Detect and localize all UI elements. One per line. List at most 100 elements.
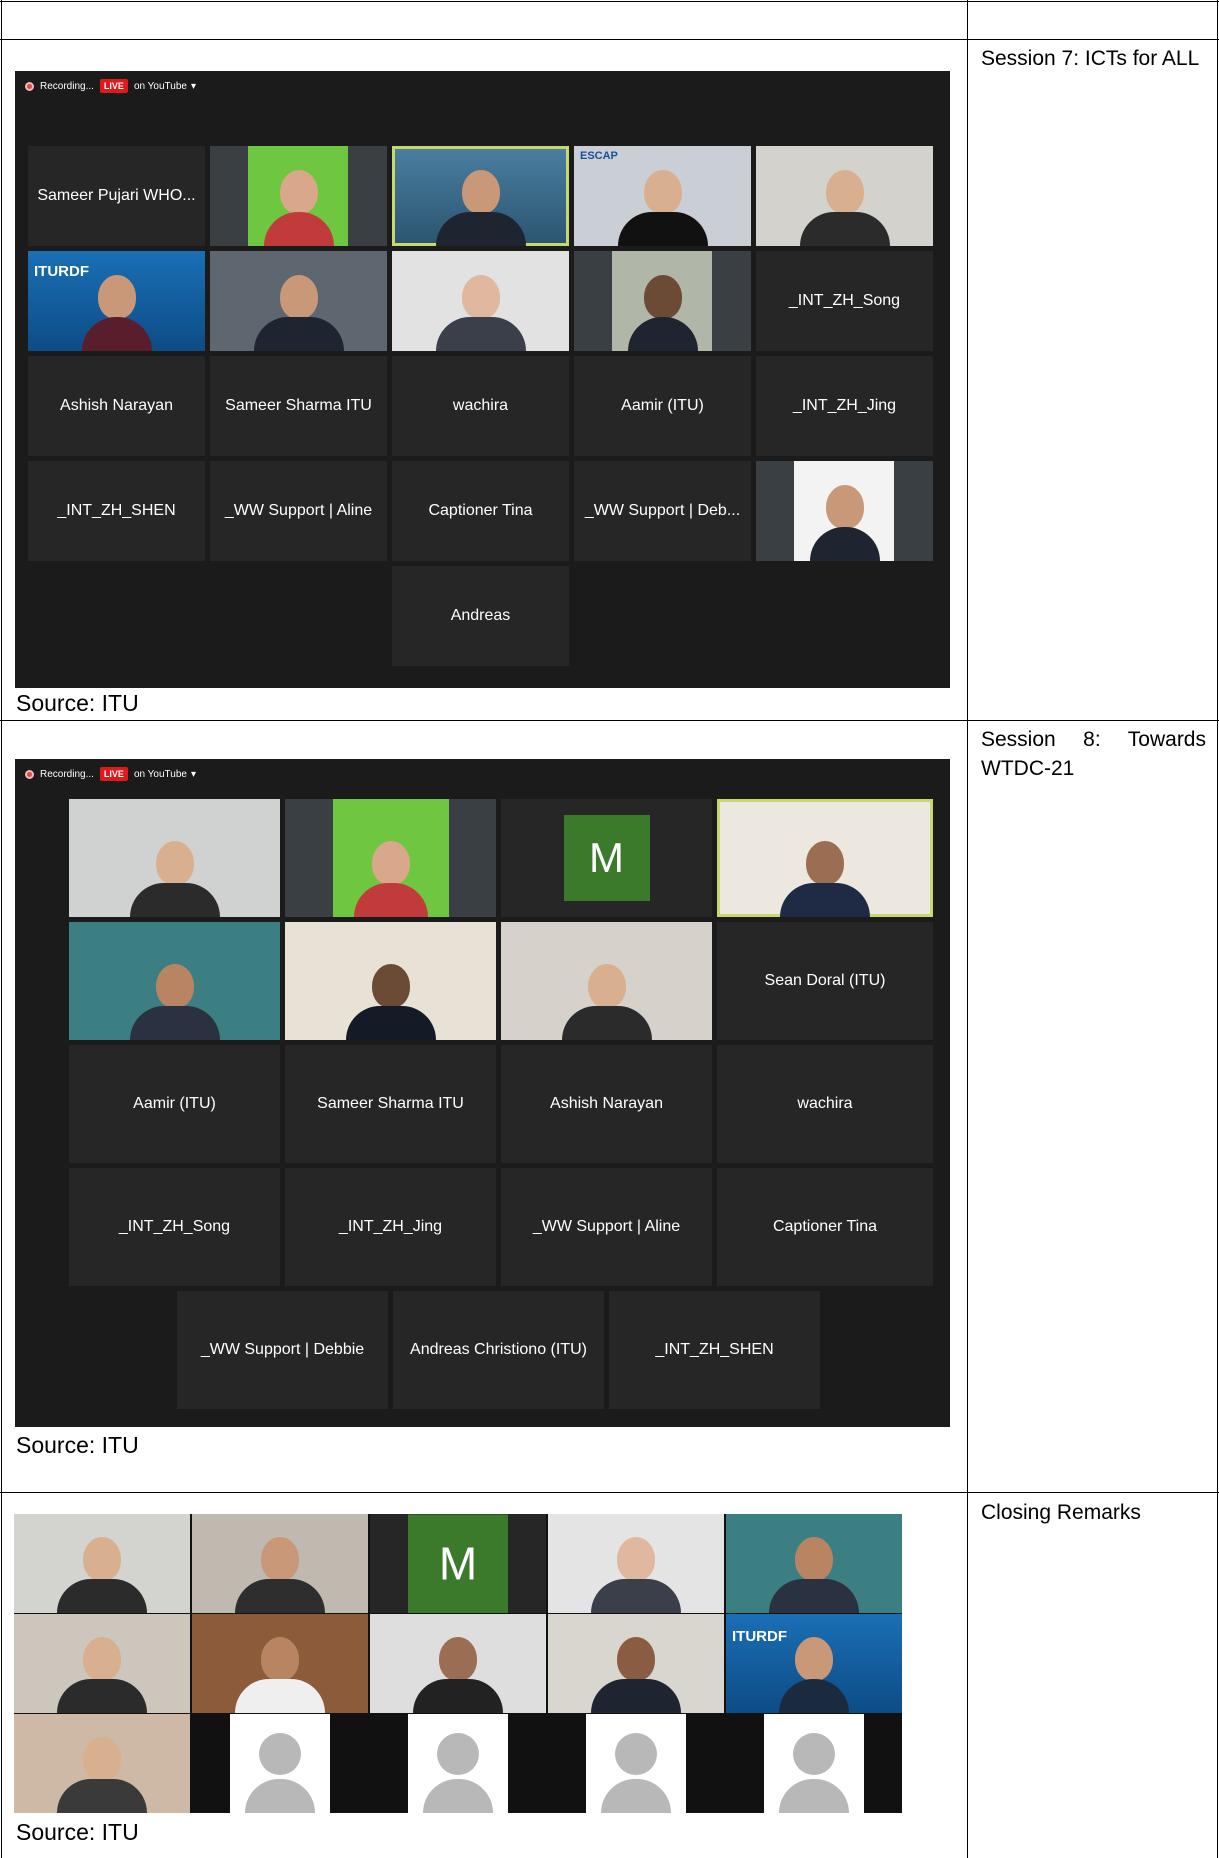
participant-name: _WW Support | Aline [532, 1218, 681, 1235]
participant-tile[interactable]: _INT_ZH_SHEN [609, 1291, 820, 1409]
participant-video-active-speaker[interactable] [392, 146, 569, 246]
person-avatar [769, 1537, 859, 1613]
person-avatar [57, 1537, 147, 1613]
participant-video[interactable] [192, 1614, 368, 1713]
record-icon [25, 769, 34, 779]
gallery-screenshot: M ITURDF [14, 1514, 902, 1813]
participant-name: Sameer Sharma ITU [225, 397, 372, 414]
person-avatar [413, 1637, 503, 1713]
participant-tile[interactable]: wachira [717, 1045, 933, 1163]
participant-video[interactable]: ESCAP [574, 146, 751, 246]
participant-initial-avatar: M [563, 815, 650, 901]
participant-video[interactable]: ITURDF [28, 251, 205, 351]
participant-video[interactable]: ITURDF [726, 1614, 902, 1713]
participant-tile[interactable]: M [501, 799, 712, 917]
person-avatar [253, 275, 344, 351]
participant-tile[interactable]: _WW Support | Aline [501, 1168, 712, 1286]
participant-tile[interactable]: Sameer Sharma ITU [210, 356, 387, 456]
participant-placeholder[interactable] [370, 1714, 546, 1813]
participant-tile[interactable]: _WW Support | Aline [210, 461, 387, 561]
participant-video[interactable] [14, 1614, 190, 1713]
zoom-screenshot: Recording... LIVE on YouTube ▾ Sameer Pu… [15, 71, 950, 688]
participant-video[interactable] [192, 1514, 368, 1613]
participant-tile[interactable]: Sameer Pujari WHO... [28, 146, 205, 246]
participant-name: Captioner Tina [428, 502, 533, 519]
person-avatar [591, 1537, 681, 1613]
user-placeholder-icon [779, 1733, 849, 1813]
participant-tile[interactable]: Captioner Tina [717, 1168, 933, 1286]
participant-tile[interactable]: M [370, 1514, 546, 1613]
participant-tile[interactable]: _WW Support | Debbie [177, 1291, 388, 1409]
participant-tile[interactable]: _INT_ZH_Song [756, 251, 933, 351]
person-avatar [435, 275, 526, 351]
participant-video[interactable] [285, 922, 496, 1040]
participant-tile[interactable]: Sameer Sharma ITU [285, 1045, 496, 1163]
participant-tile[interactable]: Aamir (ITU) [69, 1045, 280, 1163]
participant-tile[interactable]: _INT_ZH_Song [69, 1168, 280, 1286]
participant-video[interactable] [726, 1514, 902, 1613]
participant-video[interactable] [370, 1614, 546, 1713]
participant-video[interactable] [756, 146, 933, 246]
participant-placeholder[interactable] [192, 1714, 368, 1813]
person-avatar [263, 170, 334, 246]
participant-video[interactable] [574, 251, 751, 351]
participant-video[interactable] [69, 799, 280, 917]
participant-tile[interactable]: Andreas [392, 566, 569, 666]
person-avatar [591, 1637, 681, 1713]
participant-tile[interactable]: Ashish Narayan [501, 1045, 712, 1163]
participant-placeholder[interactable] [726, 1714, 902, 1813]
participant-video[interactable] [14, 1714, 190, 1813]
participant-name: _INT_ZH_Jing [792, 397, 897, 414]
participant-video[interactable] [548, 1514, 724, 1613]
source-caption: Source: ITU [16, 1432, 139, 1458]
person-avatar [779, 1637, 849, 1713]
participant-name: Sean Doral (ITU) [764, 972, 886, 989]
participant-video[interactable] [210, 146, 387, 246]
participant-video[interactable] [14, 1514, 190, 1613]
participant-tile[interactable]: _INT_ZH_SHEN [28, 461, 205, 561]
participant-tile[interactable]: Ashish Narayan [28, 356, 205, 456]
participant-video-active-speaker[interactable] [717, 799, 933, 917]
participant-name: Aamir (ITU) [133, 1095, 216, 1112]
participant-tile[interactable]: wachira [392, 356, 569, 456]
participant-video[interactable] [548, 1614, 724, 1713]
participant-initial-avatar: M [408, 1514, 508, 1613]
participant-tile[interactable]: _WW Support | Deb... [574, 461, 751, 561]
participant-placeholder[interactable] [548, 1714, 724, 1813]
participant-tile[interactable]: Aamir (ITU) [574, 356, 751, 456]
live-badge: LIVE [99, 767, 128, 781]
person-avatar [617, 170, 708, 246]
participant-name: Andreas Christiono (ITU) [410, 1341, 587, 1358]
table-left-border [1, 0, 2, 1858]
participant-video[interactable] [392, 251, 569, 351]
participant-name: Aamir (ITU) [621, 397, 704, 414]
table-right-border [1217, 0, 1218, 1858]
participant-tile[interactable]: Andreas Christiono (ITU) [393, 1291, 604, 1409]
participant-video[interactable] [210, 251, 387, 351]
participant-name: _INT_ZH_SHEN [57, 502, 176, 519]
participant-video[interactable] [756, 461, 933, 561]
participant-name: _INT_ZH_SHEN [655, 1341, 774, 1358]
participant-name: Ashish Narayan [60, 397, 173, 414]
recording-bar: Recording... LIVE on YouTube ▾ [25, 76, 196, 96]
caret-down-icon: ▾ [190, 768, 196, 780]
participant-tile[interactable]: _INT_ZH_Jing [756, 356, 933, 456]
participant-name: Ashish Narayan [550, 1095, 663, 1112]
participant-name: _WW Support | Deb... [584, 502, 741, 519]
person-avatar [81, 275, 152, 351]
participant-video[interactable] [285, 799, 496, 917]
person-avatar [435, 170, 526, 246]
participant-tile[interactable]: Sean Doral (ITU) [717, 922, 933, 1040]
participant-tile[interactable]: _INT_ZH_Jing [285, 1168, 496, 1286]
participant-video[interactable] [501, 922, 712, 1040]
source-caption: Source: ITU [16, 690, 139, 716]
user-placeholder-icon [423, 1733, 493, 1813]
participant-name: Sameer Sharma ITU [317, 1095, 464, 1112]
session-label: Session 8: Towards WTDC-21 [981, 728, 1206, 780]
participant-tile[interactable]: Captioner Tina [392, 461, 569, 561]
youtube-dropdown[interactable]: on YouTube ▾ [134, 769, 196, 780]
participant-video[interactable] [69, 922, 280, 1040]
participant-name: Andreas [450, 607, 511, 624]
escap-logo: ESCAP [580, 150, 618, 162]
youtube-dropdown[interactable]: on YouTube ▾ [134, 81, 196, 92]
